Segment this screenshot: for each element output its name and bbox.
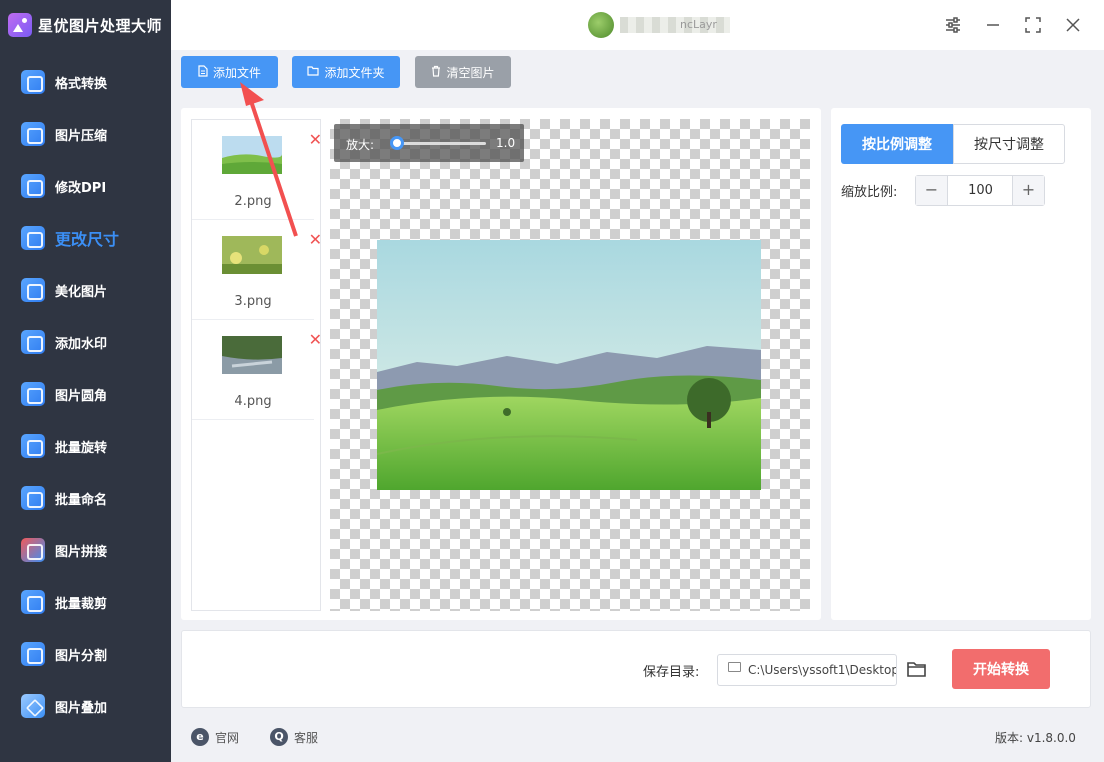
rotate-icon <box>21 434 45 458</box>
zoom-slider-track[interactable] <box>396 142 486 145</box>
save-dir-label: 保存目录: <box>643 665 700 680</box>
list-item[interactable]: 2.png ✕ <box>192 120 322 220</box>
list-item[interactable]: 4.png ✕ <box>192 320 322 420</box>
sidebar-item-merge[interactable]: 图片拼接 <box>0 524 171 576</box>
trash-icon <box>431 65 441 80</box>
watermark-icon <box>21 330 45 354</box>
app-title: 星优图片处理大师 <box>38 16 163 35</box>
beautify-icon <box>21 278 45 302</box>
username-blurred: ncLayr <box>620 17 730 33</box>
image-compress-icon <box>21 122 45 146</box>
settings-sliders-icon[interactable] <box>940 12 966 38</box>
folder-icon <box>728 662 741 672</box>
add-file-button[interactable]: 添加文件 <box>181 56 278 88</box>
file-name: 4.png <box>234 394 272 409</box>
dpi-icon <box>21 174 45 198</box>
decrement-button[interactable]: − <box>916 176 948 205</box>
preview-image <box>377 240 761 490</box>
zoom-control: 放大: 1.0 <box>334 124 524 162</box>
sidebar-item-compress[interactable]: 图片压缩 <box>0 108 171 160</box>
sidebar-item-beautify[interactable]: 美化图片 <box>0 264 171 316</box>
sidebar-item-rename[interactable]: 批量命名 <box>0 472 171 524</box>
tab-scale-size[interactable]: 按尺寸调整 <box>953 124 1065 164</box>
sidebar-item-watermark[interactable]: 添加水印 <box>0 316 171 368</box>
start-convert-button[interactable]: 开始转换 <box>952 649 1050 689</box>
sidebar-item-label: 图片圆角 <box>55 388 108 404</box>
ie-icon: e <box>191 728 209 746</box>
file-name: 3.png <box>234 294 272 309</box>
sidebar-item-label: 更改尺寸 <box>55 230 120 249</box>
sidebar-item-label: 图片压缩 <box>55 128 108 144</box>
overlay-icon <box>21 694 45 718</box>
scale-stepper: − + <box>915 175 1045 206</box>
thumbnail <box>222 136 282 174</box>
clear-images-button[interactable]: 清空图片 <box>415 56 511 88</box>
website-label: 官网 <box>215 730 240 745</box>
app-logo: 星优图片处理大师 <box>0 0 171 50</box>
thumbnail <box>222 336 282 374</box>
support-link[interactable]: Q 客服 <box>270 727 318 747</box>
sidebar-item-format-convert[interactable]: 格式转换 <box>0 56 171 108</box>
rename-icon <box>21 486 45 510</box>
sidebar-item-label: 美化图片 <box>55 284 108 300</box>
list-item[interactable]: 3.png ✕ <box>192 220 322 320</box>
add-folder-button[interactable]: 添加文件夹 <box>292 56 400 88</box>
website-link[interactable]: e 官网 <box>191 727 239 747</box>
sidebar-item-label: 批量裁剪 <box>55 596 108 612</box>
thumbnail <box>222 236 282 274</box>
image-convert-icon <box>21 70 45 94</box>
add-folder-label: 添加文件夹 <box>324 65 385 80</box>
crop-icon <box>21 590 45 614</box>
sidebar-item-rotate[interactable]: 批量旋转 <box>0 420 171 472</box>
save-path-field[interactable]: C:\Users\yssoft1\Desktop <box>717 654 897 686</box>
clear-images-label: 清空图片 <box>446 65 495 80</box>
app-logo-icon <box>8 13 32 37</box>
file-name: 2.png <box>234 194 272 209</box>
maximize-icon[interactable] <box>1020 12 1046 38</box>
sidebar-item-label: 批量命名 <box>55 492 108 508</box>
resize-icon <box>21 226 45 250</box>
tab-scale-ratio[interactable]: 按比例调整 <box>841 124 953 164</box>
sidebar-item-round-corner[interactable]: 图片圆角 <box>0 368 171 420</box>
sidebar-nav: 格式转换 图片压缩 修改DPI 更改尺寸 美化图片 添加水印 图片圆角 批量旋转… <box>0 56 171 732</box>
sidebar-item-label: 图片分割 <box>55 648 108 664</box>
scale-label: 缩放比例: <box>841 185 898 200</box>
remove-icon[interactable]: ✕ <box>309 230 322 249</box>
sidebar-item-resize[interactable]: 更改尺寸 <box>0 212 171 264</box>
merge-icon <box>21 538 45 562</box>
sidebar-item-crop[interactable]: 批量裁剪 <box>0 576 171 628</box>
scale-input[interactable] <box>949 176 1012 205</box>
sidebar-item-label: 修改DPI <box>55 180 107 196</box>
file-icon <box>198 64 208 80</box>
remove-icon[interactable]: ✕ <box>309 130 322 149</box>
sidebar-item-overlay[interactable]: 图片叠加 <box>0 680 171 732</box>
minimize-icon[interactable] <box>980 12 1006 38</box>
sidebar-item-split[interactable]: 图片分割 <box>0 628 171 680</box>
folder-icon <box>307 65 320 79</box>
chat-icon: Q <box>270 728 288 746</box>
sidebar-item-dpi[interactable]: 修改DPI <box>0 160 171 212</box>
sidebar-item-label: 图片拼接 <box>55 544 108 560</box>
file-list[interactable]: 2.png ✕ 3.png ✕ 4.png ✕ <box>191 119 322 611</box>
round-corner-icon <box>21 382 45 406</box>
increment-button[interactable]: + <box>1012 176 1044 205</box>
version-text: 版本: v1.8.0.0 <box>995 731 1076 745</box>
zoom-value: 1.0 <box>496 136 516 150</box>
add-file-label: 添加文件 <box>212 65 261 80</box>
remove-icon[interactable]: ✕ <box>309 330 322 349</box>
avatar[interactable] <box>588 12 614 38</box>
sidebar: 星优图片处理大师 格式转换 图片压缩 修改DPI 更改尺寸 美化图片 添加水印 … <box>0 0 171 762</box>
zoom-label: 放大: <box>346 138 375 152</box>
support-label: 客服 <box>294 730 319 745</box>
sidebar-item-label: 格式转换 <box>55 76 108 92</box>
split-icon <box>21 642 45 666</box>
sidebar-item-label: 添加水印 <box>55 336 108 352</box>
sidebar-item-label: 图片叠加 <box>55 700 108 716</box>
sidebar-item-label: 批量旋转 <box>55 440 108 456</box>
browse-folder-icon[interactable] <box>905 657 929 681</box>
zoom-slider-handle[interactable] <box>390 136 404 150</box>
close-icon[interactable] <box>1060 12 1086 38</box>
